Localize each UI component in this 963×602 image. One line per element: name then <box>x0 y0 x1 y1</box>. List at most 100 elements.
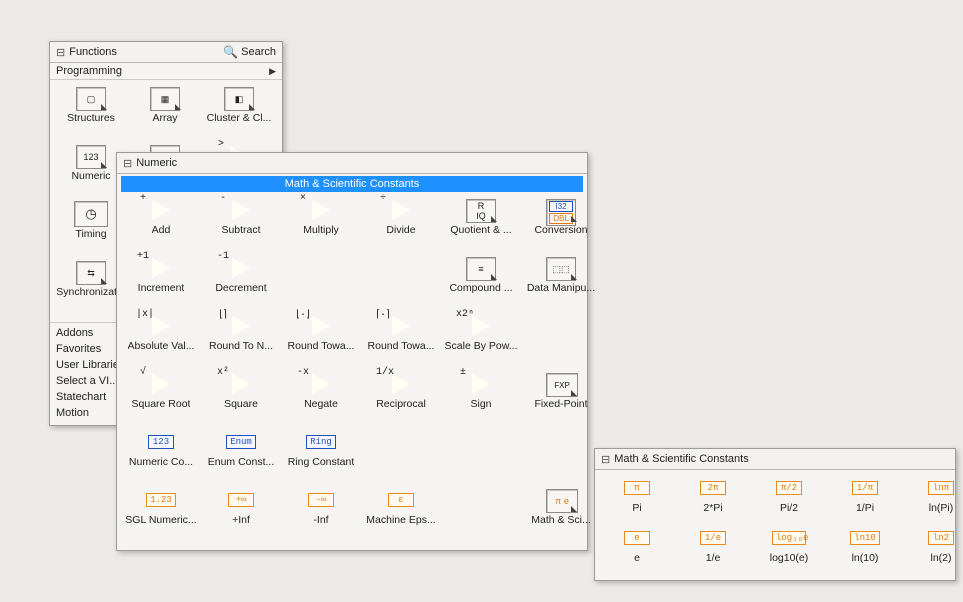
numeric-item-0-0-label: Add <box>152 224 171 236</box>
search-icon: 🔍 <box>223 45 238 59</box>
math-const-1-0-label: e <box>634 552 640 564</box>
numeric-item-3-0-label: Square Root <box>132 398 191 410</box>
functions-item-0[interactable]: ▢Structures <box>56 86 126 144</box>
math-grid: πPi2π2*Piπ/2Pi/21/π1/Pilnπln(Pi)ee1/e1/e… <box>595 470 955 580</box>
math-const-0-1[interactable]: 2π2*Pi <box>677 476 749 526</box>
pin-icon[interactable]: ⊟ <box>601 453 610 466</box>
math-header: ⊟ Math & Scientific Constants <box>595 449 955 470</box>
math-const-0-4[interactable]: lnπln(Pi) <box>905 476 963 526</box>
functions-item-0-label: Structures <box>67 112 115 124</box>
math-const-0-3[interactable]: 1/π1/Pi <box>829 476 901 526</box>
numeric-item-1-0[interactable]: +1Increment <box>123 256 199 314</box>
numeric-item-4-3 <box>363 430 439 488</box>
functions-item-1-label: Array <box>152 112 177 124</box>
numeric-item-2-0-label: Absolute Val... <box>128 340 195 352</box>
numeric-item-3-2-label: Negate <box>304 398 338 410</box>
numeric-item-2-3[interactable]: ⌈·⌉Round Towa... <box>363 314 439 372</box>
numeric-item-3-1[interactable]: x²Square <box>203 372 279 430</box>
numeric-item-1-1[interactable]: -1Decrement <box>203 256 279 314</box>
numeric-item-4-4 <box>443 430 519 488</box>
numeric-item-0-1-label: Subtract <box>221 224 260 236</box>
numeric-item-4-0-label: Numeric Co... <box>129 456 193 468</box>
numeric-item-1-4[interactable]: ≡Compound ... <box>443 256 519 314</box>
numeric-item-4-0[interactable]: 123Numeric Co... <box>123 430 199 488</box>
numeric-item-0-1[interactable]: -Subtract <box>203 198 279 256</box>
numeric-palette: ⊟ Numeric Math & Scientific Constants +A… <box>116 152 588 551</box>
numeric-item-3-5-label: Fixed-Point <box>534 398 587 410</box>
numeric-item-5-1-label: +Inf <box>232 514 250 526</box>
numeric-item-4-2-label: Ring Constant <box>288 456 355 468</box>
math-const-1-0[interactable]: ee <box>601 526 673 576</box>
search-button[interactable]: 🔍 Search <box>223 45 276 59</box>
functions-subheader[interactable]: Programming ▶ <box>50 63 282 80</box>
math-const-0-2-label: Pi/2 <box>780 502 798 514</box>
math-const-1-4[interactable]: ln2ln(2) <box>905 526 963 576</box>
numeric-item-1-3 <box>363 256 439 314</box>
numeric-item-5-0[interactable]: 1.23SGL Numeric... <box>123 488 199 546</box>
math-const-1-3[interactable]: ln10ln(10) <box>829 526 901 576</box>
numeric-header: ⊟ Numeric <box>117 153 587 174</box>
numeric-item-1-4-label: Compound ... <box>449 282 512 294</box>
math-const-0-0[interactable]: πPi <box>601 476 673 526</box>
numeric-item-0-4[interactable]: R IQQuotient & ... <box>443 198 519 256</box>
numeric-item-4-1-label: Enum Const... <box>208 456 275 468</box>
numeric-item-2-5 <box>523 314 599 372</box>
numeric-item-3-4[interactable]: ±Sign <box>443 372 519 430</box>
numeric-item-1-0-label: Increment <box>138 282 185 294</box>
numeric-item-4-2[interactable]: RingRing Constant <box>283 430 359 488</box>
numeric-item-2-2[interactable]: ⌊·⌋Round Towa... <box>283 314 359 372</box>
numeric-item-3-5[interactable]: FXPFixed-Point <box>523 372 599 430</box>
math-const-0-1-label: 2*Pi <box>703 502 722 514</box>
numeric-item-2-4-label: Scale By Pow... <box>445 340 518 352</box>
math-const-1-1[interactable]: 1/e1/e <box>677 526 749 576</box>
math-const-1-1-label: 1/e <box>706 552 721 564</box>
numeric-item-3-4-label: Sign <box>470 398 491 410</box>
numeric-item-5-2[interactable]: -∞-Inf <box>283 488 359 546</box>
numeric-item-0-2-label: Multiply <box>303 224 339 236</box>
math-constants-palette: ⊟ Math & Scientific Constants πPi2π2*Piπ… <box>594 448 956 581</box>
numeric-item-5-0-label: SGL Numeric... <box>125 514 196 526</box>
numeric-item-0-5[interactable]: I32DBLConversion <box>523 198 599 256</box>
math-const-0-4-label: ln(Pi) <box>929 502 954 514</box>
pin-icon[interactable]: ⊟ <box>123 157 132 170</box>
functions-item-2[interactable]: ◧Cluster & Cl... <box>204 86 274 144</box>
numeric-item-3-0[interactable]: √Square Root <box>123 372 199 430</box>
numeric-item-2-4[interactable]: x2ⁿScale By Pow... <box>443 314 519 372</box>
math-title: Math & Scientific Constants <box>614 453 749 465</box>
functions-item-6-label: Timing <box>75 228 106 240</box>
math-const-1-3-label: ln(10) <box>852 552 879 564</box>
numeric-item-3-3-label: Reciprocal <box>376 398 426 410</box>
numeric-item-1-5-label: Data Manipu... <box>527 282 595 294</box>
numeric-item-3-3[interactable]: 1/xReciprocal <box>363 372 439 430</box>
numeric-item-2-3-label: Round Towa... <box>368 340 435 352</box>
numeric-item-3-2[interactable]: -xNegate <box>283 372 359 430</box>
math-const-0-2[interactable]: π/2Pi/2 <box>753 476 825 526</box>
numeric-item-4-5 <box>523 430 599 488</box>
numeric-item-0-2[interactable]: ×Multiply <box>283 198 359 256</box>
numeric-item-1-1-label: Decrement <box>215 282 266 294</box>
numeric-item-5-5[interactable]: π eMath & Sci... <box>523 488 599 546</box>
numeric-item-5-5-label: Math & Sci... <box>531 514 591 526</box>
numeric-item-0-0[interactable]: +Add <box>123 198 199 256</box>
functions-item-3-label: Numeric <box>71 170 110 182</box>
numeric-item-5-3[interactable]: εMachine Eps... <box>363 488 439 546</box>
numeric-item-5-4 <box>443 488 519 546</box>
numeric-title: Numeric <box>136 157 177 169</box>
functions-item-1[interactable]: ▦Array <box>130 86 200 144</box>
numeric-item-2-0[interactable]: |x|Absolute Val... <box>123 314 199 372</box>
pin-icon[interactable]: ⊟ <box>56 46 65 59</box>
math-const-0-3-label: 1/Pi <box>856 502 874 514</box>
numeric-item-2-1-label: Round To N... <box>209 340 273 352</box>
numeric-item-2-1[interactable]: ⌊⌉Round To N... <box>203 314 279 372</box>
numeric-item-5-1[interactable]: +∞+Inf <box>203 488 279 546</box>
math-const-0-0-label: Pi <box>632 502 641 514</box>
numeric-item-0-3-label: Divide <box>386 224 415 236</box>
math-const-1-2[interactable]: log₁₀elog10(e) <box>753 526 825 576</box>
numeric-item-3-1-label: Square <box>224 398 258 410</box>
functions-item-2-label: Cluster & Cl... <box>207 112 272 124</box>
numeric-highlight[interactable]: Math & Scientific Constants <box>121 176 583 192</box>
numeric-item-1-5[interactable]: ⬚⬚Data Manipu... <box>523 256 599 314</box>
numeric-item-0-3[interactable]: ÷Divide <box>363 198 439 256</box>
numeric-item-5-3-label: Machine Eps... <box>366 514 435 526</box>
numeric-item-4-1[interactable]: EnumEnum Const... <box>203 430 279 488</box>
